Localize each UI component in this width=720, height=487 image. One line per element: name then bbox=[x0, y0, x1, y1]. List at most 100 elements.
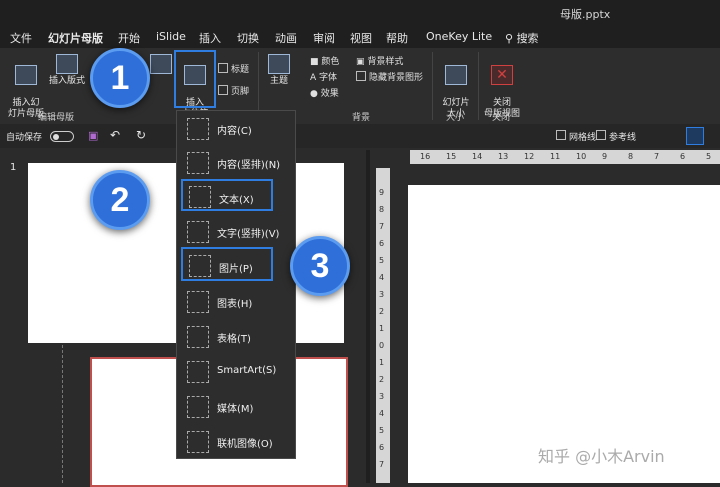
fonts-button[interactable]: A 字体 bbox=[310, 70, 337, 83]
tab-slide-master[interactable]: 幻灯片母版 bbox=[48, 30, 103, 50]
menu-item-content[interactable]: 内容(C) bbox=[181, 115, 291, 141]
group-label-background: 背景 bbox=[352, 113, 371, 123]
ruler-tick-label: 5 bbox=[379, 256, 385, 265]
menu-item-chart[interactable]: 图表(H) bbox=[181, 288, 291, 314]
tab-insert[interactable]: 插入 bbox=[199, 30, 221, 46]
checkbox-icon bbox=[218, 85, 228, 95]
gridlines-checkbox[interactable]: 网格线 bbox=[556, 130, 596, 143]
guides-checkbox[interactable]: 参考线 bbox=[596, 130, 636, 143]
undo-icon[interactable]: ↶ bbox=[110, 128, 120, 142]
ruler-tick-label: 2 bbox=[379, 375, 385, 384]
text-icon bbox=[189, 186, 211, 208]
slide-size-icon bbox=[445, 65, 467, 85]
ruler-tick-label: 16 bbox=[420, 152, 431, 161]
ruler-tick-label: 14 bbox=[472, 152, 483, 161]
slide-icon bbox=[150, 54, 172, 74]
gridlines-label: 网格线 bbox=[569, 133, 597, 143]
slide-canvas[interactable] bbox=[408, 185, 720, 483]
online-pictures-icon bbox=[187, 431, 209, 453]
ruler-tick-label: 8 bbox=[628, 152, 634, 161]
content-icon bbox=[187, 118, 209, 140]
tab-onekey[interactable]: OneKey Lite bbox=[426, 30, 492, 43]
effects-icon: ● bbox=[310, 89, 321, 99]
title-checkbox[interactable]: 标题 bbox=[218, 62, 249, 75]
search-box[interactable]: ⚲ 搜索 bbox=[505, 30, 539, 46]
ruler-tick-label: 4 bbox=[379, 409, 385, 418]
ruler-tick-label: 5 bbox=[379, 426, 385, 435]
bg-style-icon: ▣ bbox=[356, 57, 368, 67]
tab-file[interactable]: 文件 bbox=[10, 30, 32, 46]
tab-home[interactable]: 开始 bbox=[118, 30, 140, 46]
step-badge-1: 1 bbox=[90, 48, 150, 108]
tab-help[interactable]: 帮助 bbox=[386, 30, 408, 46]
autosave-toggle[interactable] bbox=[50, 131, 74, 142]
themes-button[interactable]: 主题 bbox=[264, 54, 294, 87]
menu-item-label: 图片(P) bbox=[219, 264, 253, 275]
menu-item-picture[interactable]: 图片(P) bbox=[181, 247, 273, 281]
slide-icon-button[interactable] bbox=[150, 54, 172, 76]
placeholder-icon bbox=[184, 65, 206, 85]
themes-label: 主题 bbox=[269, 76, 288, 86]
ruler-tick-label: 4 bbox=[379, 273, 385, 282]
tab-islide[interactable]: iSlide bbox=[156, 30, 186, 43]
ruler-tick-label: 7 bbox=[379, 460, 385, 469]
insert-placeholder-button[interactable]: 插入 占位符 bbox=[174, 50, 216, 119]
ruler-tick-label: 9 bbox=[379, 188, 385, 197]
save-icon[interactable]: ▣ bbox=[88, 129, 98, 142]
slide-number: 1 bbox=[10, 162, 17, 173]
insert-layout-label: 插入版式 bbox=[48, 76, 85, 86]
media-icon bbox=[187, 396, 209, 418]
menu-item-media[interactable]: 媒体(M) bbox=[181, 393, 291, 419]
tab-review[interactable]: 审阅 bbox=[313, 30, 335, 46]
title-bar: 母版.pptx bbox=[0, 0, 720, 26]
effects-button[interactable]: ● 效果 bbox=[310, 86, 339, 99]
picture-icon bbox=[189, 255, 211, 277]
menu-item-label: 媒体(M) bbox=[217, 404, 254, 415]
checkbox-icon bbox=[218, 63, 228, 73]
colors-button[interactable]: ■ 颜色 bbox=[310, 54, 339, 67]
separator bbox=[478, 52, 479, 120]
menu-item-label: 内容(C) bbox=[217, 126, 252, 137]
menu-item-text-vertical[interactable]: 文字(竖排)(V) bbox=[181, 218, 291, 244]
tab-transitions[interactable]: 切换 bbox=[237, 30, 259, 46]
pane-divider[interactable] bbox=[366, 150, 370, 483]
step-badge-2: 2 bbox=[90, 170, 150, 230]
background-styles-button[interactable]: ▣ 背景样式 bbox=[356, 54, 403, 67]
menu-item-label: 图表(H) bbox=[217, 299, 253, 310]
menu-item-label: 表格(T) bbox=[217, 334, 251, 345]
chart-icon bbox=[187, 291, 209, 313]
ruler-tick-label: 6 bbox=[379, 443, 385, 452]
view-toggle-icon[interactable] bbox=[686, 127, 704, 145]
menu-item-table[interactable]: 表格(T) bbox=[181, 323, 291, 349]
horizontal-ruler: 16 15 14 13 12 11 10 9 8 7 6 5 bbox=[410, 150, 720, 164]
redo-icon[interactable]: ↻ bbox=[136, 128, 146, 142]
guides-label: 参考线 bbox=[609, 133, 637, 143]
menu-item-label: SmartArt(S) bbox=[217, 365, 277, 376]
tree-connector bbox=[62, 345, 63, 483]
smartart-icon bbox=[187, 361, 209, 383]
ruler-tick-label: 1 bbox=[379, 324, 385, 333]
checkbox-icon bbox=[596, 130, 606, 140]
text-vertical-icon bbox=[187, 221, 209, 243]
footer-checkbox[interactable]: 页脚 bbox=[218, 84, 249, 97]
ruler-tick-label: 6 bbox=[379, 239, 385, 248]
ruler-tick-label: 12 bbox=[524, 152, 535, 161]
hide-background-checkbox[interactable]: 隐藏背景图形 bbox=[356, 70, 423, 83]
tab-view[interactable]: 视图 bbox=[350, 30, 372, 46]
search-icon: ⚲ bbox=[505, 32, 514, 45]
close-icon: ✕ bbox=[491, 65, 513, 85]
menu-item-smartart[interactable]: SmartArt(S) bbox=[181, 358, 291, 384]
insert-layout-button[interactable]: 插入版式 bbox=[46, 54, 88, 87]
vertical-ruler: 9 8 7 6 5 4 3 2 1 0 1 2 3 4 5 6 7 bbox=[376, 168, 390, 483]
tab-animations[interactable]: 动画 bbox=[275, 30, 297, 46]
content-vertical-icon bbox=[187, 152, 209, 174]
footer-check-label: 页脚 bbox=[231, 87, 250, 97]
ruler-tick-label: 11 bbox=[550, 152, 561, 161]
ruler-tick-label: 1 bbox=[379, 358, 385, 367]
step-badge-3: 3 bbox=[290, 236, 350, 296]
fonts-label: 字体 bbox=[319, 73, 338, 83]
menu-item-online-pictures[interactable]: 联机图像(O) bbox=[181, 428, 291, 454]
effects-label: 效果 bbox=[320, 89, 339, 99]
menu-item-content-vertical[interactable]: 内容(竖排)(N) bbox=[181, 149, 291, 175]
menu-item-text[interactable]: 文本(X) bbox=[181, 179, 273, 211]
